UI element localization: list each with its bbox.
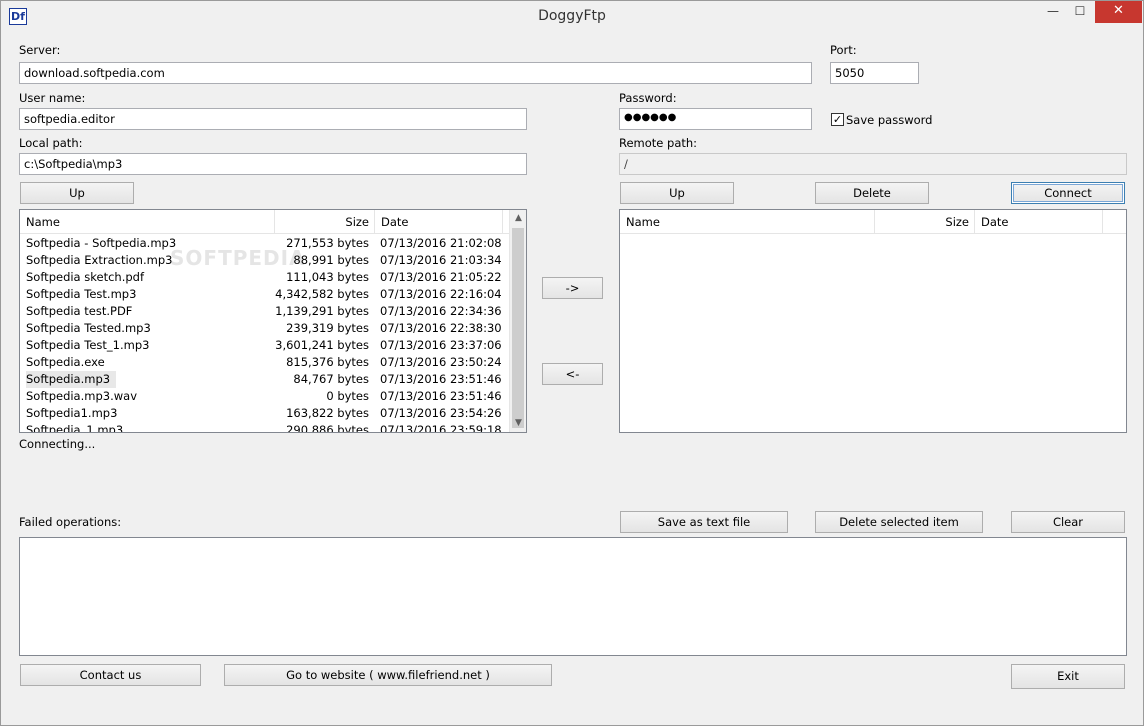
cell-name: Softpedia.mp3 <box>26 371 117 388</box>
cell-size: 271,553 bytes <box>286 236 369 250</box>
username-label: User name: <box>19 91 86 105</box>
cell-name: Softpedia - Softpedia.mp3 <box>26 236 177 250</box>
delete-selected-button[interactable]: Delete selected item <box>815 511 983 533</box>
cell-date: 07/13/2016 22:34:36 <box>380 304 502 318</box>
remote-file-list[interactable]: Name Size Date <box>619 209 1127 433</box>
remote-path-input: / <box>619 153 1127 175</box>
scroll-up-icon[interactable]: ▲ <box>510 210 526 227</box>
server-label: Server: <box>19 43 61 57</box>
cell-size: 88,991 bytes <box>293 253 369 267</box>
server-input[interactable]: download.softpedia.com <box>19 62 812 84</box>
table-row[interactable]: Softpedia Test.mp3 4,342,582 bytes 07/13/2… <box>20 286 508 303</box>
scroll-thumb[interactable] <box>512 228 524 428</box>
table-row[interactable]: Softpedia Extraction.mp3 88,991 bytes 07/1… <box>20 252 508 269</box>
contact-us-button[interactable]: Contact us <box>20 664 201 686</box>
column-size[interactable]: Size <box>875 210 975 234</box>
cell-size: 290,886 bytes <box>286 423 369 432</box>
scroll-down-icon[interactable]: ▼ <box>510 415 526 432</box>
status-text: Connecting... <box>19 437 96 451</box>
clear-button[interactable]: Clear <box>1011 511 1125 533</box>
failed-operations-label: Failed operations: <box>19 515 122 529</box>
table-row[interactable]: Softpedia Tested.mp3 239,319 bytes 07/13/2… <box>20 320 508 337</box>
local-list-scrollbar[interactable]: ▲ ▼ <box>509 210 526 432</box>
table-row[interactable]: Softpedia1.mp3 163,822 bytes 07/13/2016 23… <box>20 405 508 422</box>
remote-up-button[interactable]: Up <box>620 182 734 204</box>
table-row[interactable]: Softpedia.exe 815,376 bytes 07/13/2016 23:… <box>20 354 508 371</box>
cell-name: Softpedia_1.mp3 <box>26 423 124 432</box>
cell-date: 07/13/2016 23:37:06 <box>380 338 502 352</box>
table-row[interactable]: Softpedia_1.mp3 290,886 bytes 07/13/2016 2… <box>20 422 508 432</box>
column-name[interactable]: Name <box>620 210 875 234</box>
table-row[interactable]: Softpedia.mp3 84,767 bytes 07/13/2016 23:5… <box>20 371 508 388</box>
table-row[interactable]: Softpedia - Softpedia.mp3 271,553 bytes 07… <box>20 235 508 252</box>
column-name[interactable]: Name <box>20 210 275 234</box>
local-path-label: Local path: <box>19 136 83 150</box>
cell-name: Softpedia sketch.pdf <box>26 270 145 284</box>
cell-date: 07/13/2016 22:16:04 <box>380 287 502 301</box>
failed-operations-list[interactable] <box>19 537 1127 656</box>
save-password-label[interactable]: Save password <box>846 113 932 127</box>
download-button[interactable]: <- <box>542 363 603 385</box>
remote-list-header: Name Size Date <box>620 210 1126 234</box>
cell-size: 4,342,582 bytes <box>275 287 369 301</box>
port-input[interactable]: 5050 <box>830 62 919 84</box>
cell-date: 07/13/2016 21:02:08 <box>380 236 502 250</box>
minimize-icon[interactable]: — <box>1041 1 1065 23</box>
cell-size: 1,139,291 bytes <box>275 304 369 318</box>
main-window: Df DoggyFtp — ☐ ✕ Server: download.softp… <box>0 0 1144 726</box>
connect-button[interactable]: Connect <box>1011 182 1125 204</box>
port-label: Port: <box>830 43 857 57</box>
cell-name: Softpedia Test.mp3 <box>26 287 137 301</box>
cell-date: 07/13/2016 23:59:18 <box>380 423 502 432</box>
remote-path-label: Remote path: <box>619 136 698 150</box>
cell-name: Softpedia test.PDF <box>26 304 133 318</box>
table-row[interactable]: Softpedia sketch.pdf 111,043 bytes 07/13/2… <box>20 269 508 286</box>
cell-size: 239,319 bytes <box>286 321 369 335</box>
title-bar[interactable]: Df DoggyFtp — ☐ ✕ <box>1 1 1143 31</box>
cell-size: 84,767 bytes <box>293 372 369 386</box>
cell-size: 815,376 bytes <box>286 355 369 369</box>
maximize-icon[interactable]: ☐ <box>1067 1 1093 23</box>
save-password-checkbox[interactable]: ✓ <box>831 113 844 126</box>
local-list-rows: Softpedia - Softpedia.mp3 271,553 bytes 07… <box>20 235 508 432</box>
cell-name: Softpedia.exe <box>26 355 105 369</box>
cell-name: Softpedia.mp3.wav <box>26 389 137 403</box>
delete-button[interactable]: Delete <box>815 182 929 204</box>
cell-date: 07/13/2016 23:51:46 <box>380 389 502 403</box>
local-path-input[interactable]: c:\Softpedia\mp3 <box>19 153 527 175</box>
password-label: Password: <box>619 91 677 105</box>
cell-size: 3,601,241 bytes <box>275 338 369 352</box>
cell-date: 07/13/2016 21:05:22 <box>380 270 502 284</box>
cell-size: 163,822 bytes <box>286 406 369 420</box>
upload-button[interactable]: -> <box>542 277 603 299</box>
cell-date: 07/13/2016 21:03:34 <box>380 253 502 267</box>
save-as-text-button[interactable]: Save as text file <box>620 511 788 533</box>
password-input[interactable]: ●●●●●● <box>619 108 812 130</box>
table-row[interactable]: Softpedia.mp3.wav 0 bytes 07/13/2016 23:51… <box>20 388 508 405</box>
username-input[interactable]: softpedia.editor <box>19 108 527 130</box>
website-button[interactable]: Go to website ( www.filefriend.net ) <box>224 664 552 686</box>
window-title: DoggyFtp <box>538 8 606 24</box>
table-row[interactable]: Softpedia Test_1.mp3 3,601,241 bytes 07/13… <box>20 337 508 354</box>
cell-name: Softpedia Tested.mp3 <box>26 321 151 335</box>
cell-date: 07/13/2016 23:50:24 <box>380 355 502 369</box>
cell-name: Softpedia Test_1.mp3 <box>26 338 150 352</box>
column-date[interactable]: Date <box>975 210 1103 234</box>
cell-size: 0 bytes <box>326 389 369 403</box>
cell-name: Softpedia1.mp3 <box>26 406 118 420</box>
local-up-button[interactable]: Up <box>20 182 134 204</box>
exit-button[interactable]: Exit <box>1011 664 1125 689</box>
local-file-list[interactable]: Name Size Date SOFTPEDIA Softpedia - Sof… <box>19 209 527 433</box>
cell-date: 07/13/2016 22:38:30 <box>380 321 502 335</box>
close-icon[interactable]: ✕ <box>1095 1 1142 23</box>
column-date[interactable]: Date <box>375 210 503 234</box>
cell-name: Softpedia Extraction.mp3 <box>26 253 173 267</box>
cell-date: 07/13/2016 23:51:46 <box>380 372 502 386</box>
column-size[interactable]: Size <box>275 210 375 234</box>
cell-size: 111,043 bytes <box>286 270 369 284</box>
local-list-header: Name Size Date <box>20 210 526 234</box>
table-row[interactable]: Softpedia test.PDF 1,139,291 bytes 07/13/2… <box>20 303 508 320</box>
cell-date: 07/13/2016 23:54:26 <box>380 406 502 420</box>
